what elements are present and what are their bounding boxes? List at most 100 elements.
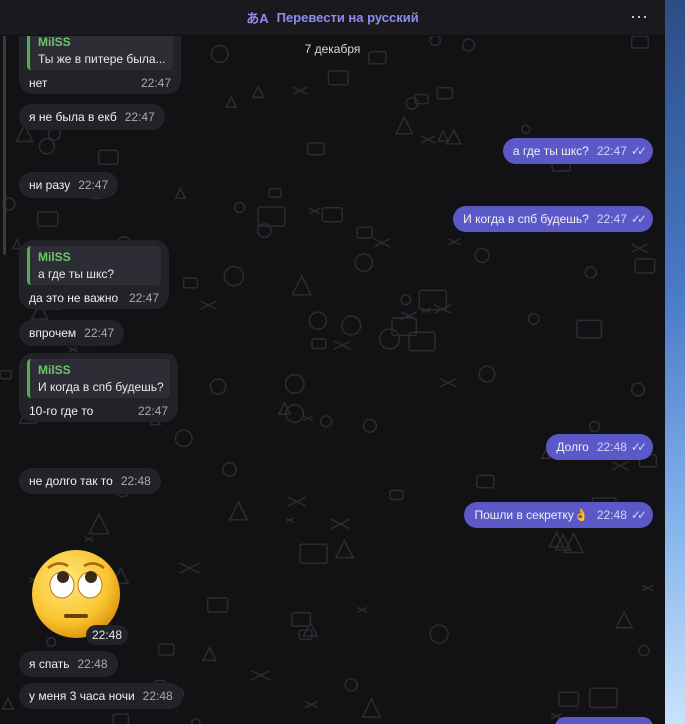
wallpaper-doodle (251, 84, 265, 99)
message-time: 22:47 (596, 212, 627, 226)
wallpaper-doodle (588, 420, 601, 433)
wallpaper-doodle (291, 611, 312, 627)
wallpaper-doodle (333, 340, 351, 350)
wallpaper-doodle (436, 129, 450, 142)
wallpaper-doodle (361, 697, 382, 718)
message-bubble[interactable]: а где ты шкс? 22:47 ✓✓ (502, 138, 653, 164)
reply-quote[interactable]: MilSS Ты же в питере была... (27, 35, 173, 70)
wallpaper-doodle (447, 238, 461, 246)
wallpaper-doodle (418, 289, 448, 311)
wallpaper-doodle (84, 536, 94, 542)
wallpaper-doodle (341, 315, 362, 336)
wallpaper-doodle (233, 201, 246, 214)
wallpaper-doodle (112, 713, 130, 724)
message-text: не долго так то (29, 474, 113, 488)
wallpaper-doodle (576, 319, 603, 339)
chat-header: あA Перевести на русский ⋯ (0, 0, 665, 36)
more-menu-icon[interactable]: ⋯ (630, 7, 649, 28)
read-check-icon: ✓✓ (630, 144, 647, 158)
quote-author: MilSS (38, 250, 71, 264)
message-bubble[interactable]: Долго 22:48 ✓✓ (546, 434, 653, 460)
message-bubble-partial[interactable] (555, 717, 653, 724)
wallpaper-doodle (630, 243, 648, 253)
message-text: а где ты шкс? (512, 144, 589, 158)
wallpaper-doodle (474, 247, 490, 264)
wallpaper-doodle (589, 687, 618, 709)
wallpaper-doodle (179, 562, 200, 574)
wallpaper-doodle (291, 274, 313, 296)
message-bubble[interactable]: я не была в екб 22:47 (19, 104, 165, 130)
message-text: нет (29, 76, 48, 90)
message-bubble[interactable]: Пошли в секретку👌 22:48 ✓✓ (464, 502, 653, 528)
wallpaper-doodle (558, 691, 580, 708)
message-list[interactable]: 7 декабря MilSS Ты же в питере была... н… (0, 35, 665, 724)
scrollbar[interactable] (3, 35, 6, 255)
wallpaper-doodle (223, 265, 245, 287)
wallpaper-doodle (630, 382, 646, 397)
message-bubble[interactable]: не долго так то 22:48 (19, 468, 161, 494)
message-bubble[interactable]: впрочем 22:47 (19, 320, 125, 346)
message-bubble[interactable]: MilSS И когда в спб будешь? 10-го где то… (19, 353, 178, 422)
message-time: 22:48 (596, 440, 627, 454)
message-time: 22:47 (128, 291, 159, 305)
message-bubble[interactable]: MilSS а где ты шкс? да это не важно 22:4… (19, 240, 169, 309)
wallpaper-doodle (356, 606, 368, 613)
wallpaper-doodle (287, 496, 307, 507)
wallpaper-doodle (311, 337, 327, 350)
wallpaper-doodle (584, 266, 597, 279)
wallpaper-doodle (478, 365, 496, 383)
message-bubble[interactable]: я спать 22:48 (19, 651, 118, 677)
wallpaper-doodle (157, 643, 175, 656)
wallpaper-doodle (634, 258, 656, 274)
translate-icon: あA (246, 11, 269, 26)
read-check-icon: ✓✓ (630, 508, 647, 522)
wallpaper-doodle (308, 311, 328, 330)
message-time: 22:48 (596, 508, 627, 522)
quote-text: И когда в спб будешь? (38, 380, 164, 394)
wallpaper-doodle (362, 418, 378, 433)
message-text: Долго (556, 440, 589, 454)
wallpaper-doodle (327, 70, 349, 86)
message-text: да это не важно (29, 291, 119, 305)
sticker-time: 22:48 (86, 625, 129, 645)
wallpaper-doodle (304, 700, 319, 709)
quote-author: MilSS (38, 363, 71, 377)
wallpaper-doodle (97, 149, 119, 165)
quote-author: MilSS (38, 35, 71, 49)
wallpaper-doodle (400, 294, 412, 306)
wallpaper-doodle (394, 115, 414, 135)
reply-quote[interactable]: MilSS а где ты шкс? (27, 246, 161, 285)
wallpaper-doodle (321, 206, 343, 223)
message-bubble[interactable]: у меня 3 часа ночи 22:48 (19, 683, 183, 709)
wallpaper-doodle (436, 87, 454, 100)
message-time: 22:47 (140, 76, 171, 90)
translate-button[interactable]: あA Перевести на русский (246, 8, 419, 27)
message-time: 22:48 (142, 689, 173, 703)
chat-window: あA Перевести на русский ⋯ 7 декабря MilS… (0, 0, 665, 724)
wallpaper-doodle (284, 517, 295, 524)
quote-text: Ты же в питере была... (38, 52, 166, 66)
wallpaper-doodle (439, 378, 457, 388)
message-bubble[interactable]: MilSS Ты же в питере была... нет 22:47 (19, 35, 181, 94)
wallpaper-doodle (344, 677, 359, 692)
wallpaper-doodle (429, 624, 449, 644)
message-bubble[interactable]: И когда в спб будешь? 22:47 ✓✓ (453, 206, 653, 232)
message-text: ни разу (29, 178, 71, 192)
reply-quote[interactable]: MilSS И когда в спб будешь? (27, 359, 170, 398)
message-text: впрочем (29, 326, 77, 340)
message-time: 22:48 (120, 474, 151, 488)
wallpaper-doodle (378, 328, 401, 350)
message-text: я не была в екб (29, 110, 117, 124)
message-text: Пошли в секретку👌 (474, 508, 589, 522)
read-check-icon: ✓✓ (630, 440, 647, 454)
wallpaper-doodle (38, 137, 56, 155)
message-bubble[interactable]: ни разу 22:47 (19, 172, 119, 198)
wallpaper-doodle (201, 645, 218, 662)
wallpaper-doodle (268, 188, 282, 198)
wallpaper-doodle (354, 253, 374, 273)
message-time: 22:47 (137, 404, 168, 418)
message-time: 22:48 (77, 657, 108, 671)
message-text: у меня 3 часа ночи (29, 689, 135, 703)
wallpaper-doodle (174, 186, 187, 199)
wallpaper-doodle (476, 474, 495, 489)
